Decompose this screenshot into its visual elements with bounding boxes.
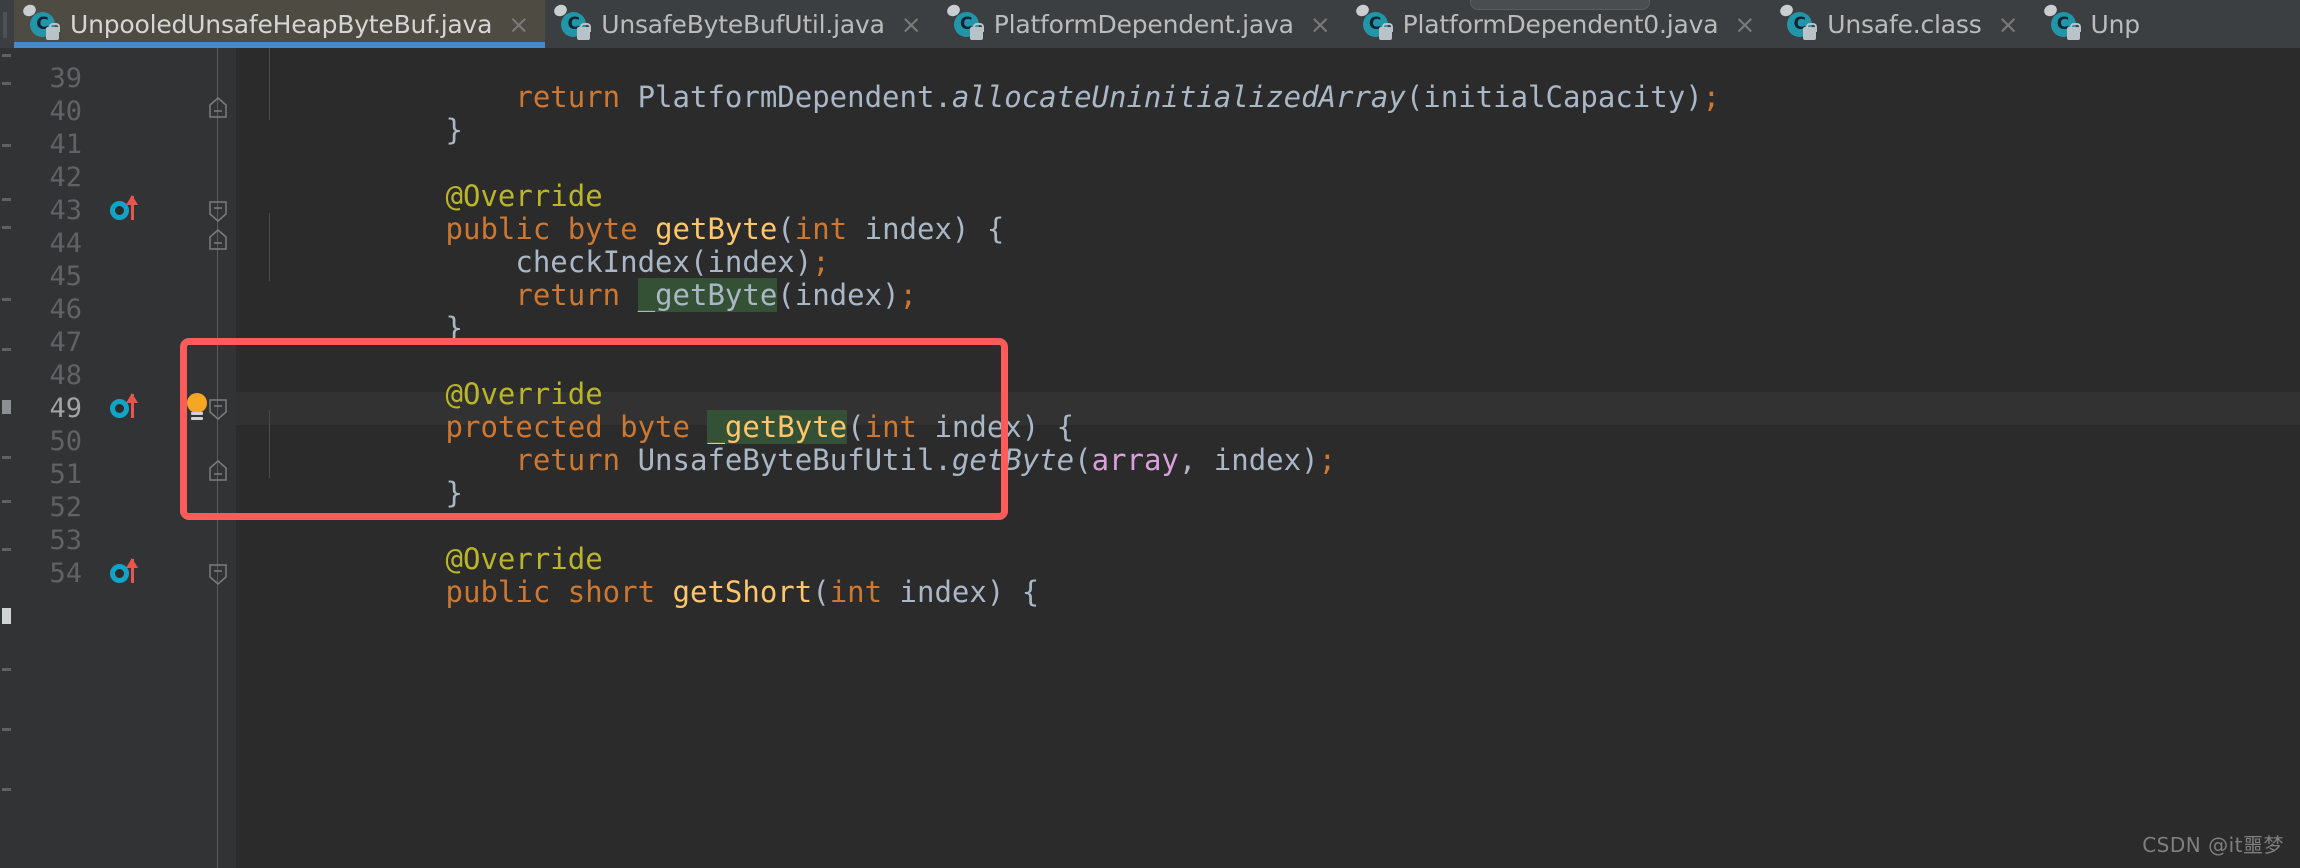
editor-tab-strip: C UnpooledUnsafeHeapByteBuf.java × C Uns… — [0, 0, 2300, 48]
code-line[interactable]: @Override — [236, 345, 603, 411]
code-line[interactable]: public byte getByte(int index) { — [236, 180, 1005, 246]
line-number: 54 — [49, 558, 82, 589]
line-number: 41 — [49, 129, 82, 160]
fold-marker-icon[interactable] — [208, 97, 228, 123]
code-line[interactable] — [236, 312, 253, 345]
fold-marker-icon[interactable] — [208, 229, 228, 255]
code-line[interactable]: public short getShort(int index) { — [236, 543, 1040, 609]
code-line[interactable] — [236, 477, 253, 510]
code-line[interactable]: } — [236, 444, 463, 510]
editor-tab-unpooledunsafeheapbytebuf[interactable]: C UnpooledUnsafeHeapByteBuf.java × — [14, 0, 546, 48]
code-line[interactable]: @Override — [236, 147, 603, 213]
java-class-icon: C — [944, 2, 984, 40]
code-text-area[interactable]: return PlatformDependent.allocateUniniti… — [236, 48, 2300, 868]
fold-marker-icon[interactable] — [208, 460, 228, 486]
code-line[interactable]: checkIndex(index); — [236, 213, 829, 279]
editor-tab-label: UnpooledUnsafeHeapByteBuf.java — [70, 9, 493, 39]
line-number: 40 — [49, 96, 82, 127]
intention-bulb-icon[interactable] — [184, 393, 210, 423]
close-icon[interactable]: × — [901, 12, 922, 37]
java-class-icon: C — [1778, 2, 1818, 40]
editor-tab-label: UnsafeByteBufUtil.java — [601, 9, 885, 39]
line-number: 45 — [49, 261, 82, 292]
editor-tab-label: PlatformDependent.java — [993, 9, 1294, 39]
fold-marker-icon[interactable] — [208, 394, 228, 420]
java-class-icon: C — [1353, 2, 1393, 40]
code-line[interactable]: } — [236, 279, 463, 345]
code-line-current[interactable]: protected byte _getByte(int index) { — [236, 378, 1074, 444]
overriding-method-icon[interactable] — [110, 195, 146, 225]
editor-tab-unsafe-class[interactable]: C Unsafe.class × — [1771, 0, 2035, 48]
close-icon[interactable]: × — [1734, 12, 1755, 37]
editor-gutter[interactable]: 39 40 41 42 43 44 45 46 47 48 49 50 51 5… — [14, 48, 200, 868]
line-number: 53 — [49, 525, 82, 556]
fold-marker-icon[interactable] — [208, 196, 228, 222]
close-icon[interactable]: × — [1998, 12, 2019, 37]
editor-tab-label: PlatformDependent0.java — [1402, 9, 1719, 39]
editor-tab-unp-partial[interactable]: C Unp — [2034, 0, 2156, 48]
close-icon[interactable]: × — [1310, 12, 1331, 37]
floating-toolbar-widget[interactable] — [1470, 0, 1650, 10]
code-line[interactable]: return UnsafeByteBufUtil.getByte(array, … — [236, 411, 1336, 477]
java-class-icon: C — [2041, 2, 2081, 40]
code-line[interactable]: } — [236, 81, 463, 147]
line-number: 47 — [49, 327, 82, 358]
editor-tab-unsafebytebufutil[interactable]: C UnsafeByteBufUtil.java × — [545, 0, 938, 48]
line-number: 44 — [49, 228, 82, 259]
code-editor[interactable]: 39 40 41 42 43 44 45 46 47 48 49 50 51 5… — [0, 48, 2300, 868]
code-line[interactable] — [236, 114, 253, 147]
java-class-icon: C — [21, 2, 60, 40]
line-number: 43 — [49, 195, 82, 226]
line-number-current: 49 — [49, 393, 82, 424]
line-number: 48 — [49, 360, 82, 391]
code-line[interactable]: return PlatformDependent.allocateUniniti… — [236, 48, 1720, 114]
close-icon[interactable]: × — [508, 12, 529, 37]
watermark: CSDN @it噩梦 — [2142, 833, 2284, 857]
ide-window: C UnpooledUnsafeHeapByteBuf.java × C Uns… — [0, 0, 2300, 868]
line-number: 42 — [49, 162, 82, 193]
java-class-icon: C — [552, 2, 592, 40]
line-number: 39 — [49, 63, 82, 94]
line-number: 51 — [49, 459, 82, 490]
editor-tab-label: Unp — [2090, 9, 2141, 39]
line-number: 50 — [49, 426, 82, 457]
line-number: 52 — [49, 492, 82, 523]
editor-fold-column[interactable] — [187, 48, 236, 868]
code-line[interactable]: @Override — [236, 510, 603, 576]
fold-marker-icon[interactable] — [208, 559, 228, 585]
overriding-method-icon[interactable] — [110, 393, 146, 423]
editor-tab-label: Unsafe.class — [1827, 9, 1982, 39]
editor-tab-platformdependent[interactable]: C PlatformDependent.java × — [937, 0, 1347, 48]
overriding-method-icon[interactable] — [110, 558, 146, 588]
code-line[interactable]: return _getByte(index); — [236, 246, 917, 312]
tool-window-rail — [0, 0, 14, 48]
line-number: 46 — [49, 294, 82, 325]
